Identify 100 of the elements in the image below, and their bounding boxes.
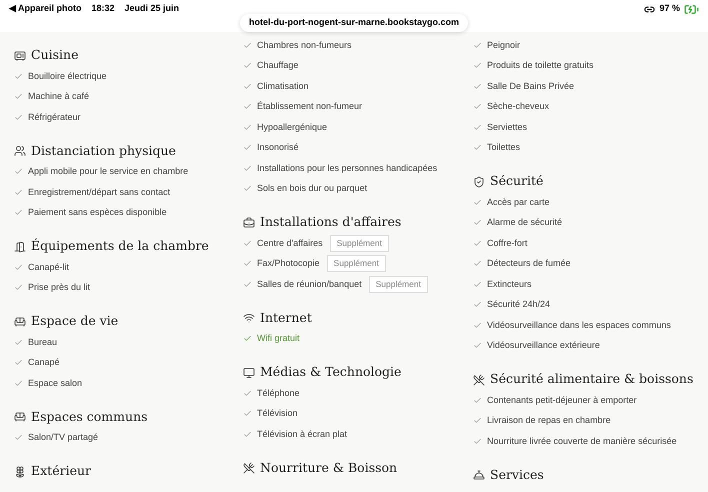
- amenity-label: Produits de toilette gratuits: [487, 59, 594, 72]
- amenity-label: Contenants petit-déjeuner à emporter: [487, 394, 637, 407]
- amenity-label: Machine à café: [28, 90, 90, 103]
- check-icon: [473, 436, 482, 446]
- amenity-label: Salle De Bains Privée: [487, 80, 574, 92]
- section-title: Sécurité alimentaire & boissons: [490, 370, 694, 388]
- section-title: Espace de vie: [31, 312, 118, 330]
- check-icon: [473, 143, 482, 152]
- check-icon: [14, 188, 23, 197]
- amenity-label: Climatisation: [257, 80, 309, 92]
- link-icon: [644, 4, 656, 14]
- monitor-icon: [243, 366, 255, 378]
- check-icon: [14, 358, 23, 368]
- section-title: Équipements de la chambre: [31, 237, 209, 256]
- amenity-label: Serviettes: [487, 120, 528, 134]
- check-icon: [14, 92, 23, 102]
- check-icon: [473, 300, 482, 310]
- amenity-label: Chauffage: [257, 59, 298, 72]
- check-icon: [243, 259, 252, 268]
- people-icon: [14, 145, 26, 157]
- check-icon: [473, 198, 482, 207]
- amenity-label: Accès par carte: [487, 196, 550, 209]
- check-icon: [243, 61, 252, 70]
- amenity-label: Fax/Photocopie: [257, 257, 320, 270]
- amenity-label: Canapé-lit: [28, 260, 70, 274]
- surcharge-tag: Supplément: [330, 234, 389, 252]
- section-title: Extérieur: [31, 462, 91, 480]
- status-time: 18:32: [92, 2, 115, 16]
- check-icon: [243, 430, 252, 439]
- amenity-label: Peignoir: [487, 38, 520, 52]
- check-icon: [243, 409, 252, 418]
- amenity-label: Salon/TV partagé: [28, 431, 98, 444]
- check-icon: [473, 280, 482, 289]
- amenity-label: Hypoallergénique: [257, 120, 328, 134]
- check-icon: [473, 259, 482, 268]
- check-icon: [473, 218, 482, 228]
- amenity-label: Insonorisé: [257, 141, 299, 154]
- amenity-label: Toilettes: [487, 141, 520, 154]
- amenity-label: Coffre-fort: [487, 236, 528, 250]
- amenity-label: Établissement non-fumeur: [257, 100, 362, 113]
- amenity-label: Paiement sans espèces disponible: [28, 206, 167, 219]
- amenity-label: Espace salon: [28, 376, 82, 390]
- amenity-label: Enregistrement/départ sans contact: [28, 186, 170, 199]
- check-icon: [473, 122, 482, 132]
- amenity-label: Téléphone: [257, 386, 300, 400]
- check-icon: [243, 122, 252, 132]
- check-icon: [473, 341, 482, 350]
- check-icon: [243, 82, 252, 91]
- sofa-icon: [14, 316, 26, 328]
- check-icon: [243, 40, 252, 50]
- amenity-label: Vidéosurveillance extérieure: [487, 339, 600, 352]
- amenity-label: Livraison de repas en chambre: [487, 414, 611, 427]
- check-icon: [14, 112, 23, 122]
- section-title: Installations d'affaires: [260, 213, 402, 232]
- check-icon: [14, 283, 23, 292]
- amenity-label: Réfrigérateur: [28, 110, 81, 124]
- check-icon: [473, 40, 482, 50]
- check-icon: [14, 208, 23, 218]
- door-icon: [14, 240, 26, 252]
- amenity-label: Extincteurs: [487, 278, 532, 290]
- amenity-label: Chambres non-fumeurs: [257, 38, 352, 52]
- section-title: Cuisine: [31, 46, 78, 64]
- check-icon: [243, 143, 252, 152]
- section-title: Sécurité: [490, 172, 544, 190]
- amenity-label: Canapé: [28, 356, 60, 369]
- section-title: Nourriture & Boisson: [260, 458, 398, 477]
- flower-icon: [14, 466, 26, 478]
- back-link[interactable]: ◀ Appareil photo: [9, 2, 82, 16]
- check-icon: [14, 338, 23, 347]
- microwave-icon: [14, 50, 26, 62]
- amenity-label: Bouilloire électrique: [28, 70, 107, 83]
- section-title: Médias & Technologie: [260, 363, 402, 382]
- amenity-label: Salles de réunion/banquet: [257, 278, 362, 291]
- amenity-label: Centre d'affaires: [257, 236, 323, 250]
- check-icon: [473, 320, 482, 330]
- amenity-label: Détecteurs de fumée: [487, 257, 571, 270]
- amenity-label: Nourriture livrée couverte de manière sécurisée: [487, 434, 677, 448]
- amenity-label: Télévision à écran plat: [257, 428, 348, 441]
- check-icon: [243, 238, 252, 248]
- amenity-label: Sécurité 24h/24: [487, 298, 550, 311]
- surcharge-tag: Supplément: [326, 255, 386, 272]
- check-icon: [473, 396, 482, 405]
- check-icon: [243, 102, 252, 112]
- check-icon: [473, 82, 482, 91]
- section-title: Internet: [260, 308, 312, 327]
- check-icon: [243, 280, 252, 289]
- amenity-label: Prise près du lit: [28, 281, 90, 294]
- utensils-icon: [473, 374, 485, 386]
- amenity-label: Sèche-cheveux: [487, 100, 550, 113]
- amenity-label: Vidéosurveillance dans les espaces communs: [487, 318, 671, 332]
- url-bar[interactable]: hotel-du-port-nogent-sur-marne.bookstaygo.com: [240, 14, 468, 32]
- check-icon: [243, 164, 252, 173]
- check-icon: [473, 416, 482, 426]
- amenity-label: Bureau: [28, 336, 58, 348]
- check-icon: [14, 262, 23, 272]
- check-icon: [473, 61, 482, 70]
- check-icon: [14, 167, 23, 176]
- section-title: Services: [490, 466, 544, 484]
- check-icon: [14, 433, 23, 442]
- check-icon: [243, 388, 252, 398]
